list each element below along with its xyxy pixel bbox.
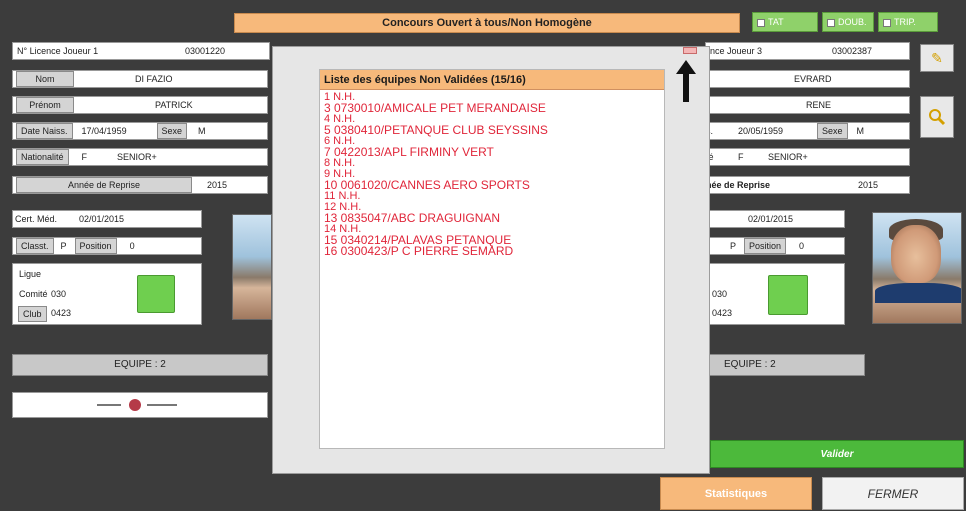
classt-value-right: P [730, 241, 737, 251]
non-validated-teams-dialog: Liste des équipes Non Validées (15/16) 1… [272, 46, 710, 474]
prenom-field-right[interactable]: RENE [705, 96, 910, 114]
prenom-value-right: RENE [806, 100, 832, 110]
team-list-item[interactable]: 7 0422013/APL FIRMINY VERT [324, 146, 660, 158]
player-photo-right [872, 212, 962, 324]
categorie-value-right: SENIOR+ [768, 152, 808, 162]
mode-tat-label: TAT [768, 17, 784, 27]
licence-value-right: 03002387 [832, 46, 873, 56]
nom-label-left: Nom [16, 71, 74, 87]
cert-field-left[interactable]: Cert. Méd. 02/01/2015 [12, 210, 202, 228]
cert-value-right: 02/01/2015 [748, 214, 794, 224]
teams-list-body: 1 N.H. 3 0730010/AMICALE PET MERANDAISE 4 … [320, 90, 664, 259]
reprise-field-right[interactable]: née de Reprise 2015 [705, 176, 910, 194]
club-value-left: 0423 [51, 308, 72, 318]
date-value-left: 17/04/1959 [81, 126, 127, 136]
team-list-item[interactable]: 3 0730010/AMICALE PET MERANDAISE [324, 102, 660, 114]
categorie-value-left: SENIOR+ [117, 152, 157, 162]
statistiques-button[interactable]: Statistiques [660, 477, 812, 510]
reprise-field-left[interactable]: Année de Reprise 2015 [12, 176, 268, 194]
close-popup-button[interactable] [683, 47, 697, 54]
nat-label-right: té [706, 149, 738, 165]
date-value-right: 20/05/1959 [738, 126, 784, 136]
prenom-value-left: PATRICK [155, 100, 193, 110]
licence-logo [97, 399, 177, 411]
nom-value-left: DI FAZIO [135, 74, 173, 84]
pencil-icon: ✎ [931, 49, 943, 66]
position-label-right: Position [744, 238, 787, 254]
status-indicator-right [768, 275, 808, 315]
reprise-label-right: née de Reprise [706, 180, 771, 190]
ligue-label-left: Ligue [19, 269, 42, 279]
licence-field-left[interactable]: N° Licence Joueur 1 03001220 [12, 42, 270, 60]
cert-value-left: 02/01/2015 [79, 214, 125, 224]
position-value-right: 0 [799, 241, 805, 251]
classt-field-left[interactable]: Classt. P Position 0 [12, 237, 202, 255]
reprise-label-left: Année de Reprise [16, 177, 192, 193]
edit-button[interactable]: ✎ [920, 44, 954, 72]
club-label-left: Club [18, 306, 47, 322]
nationalite-field-right[interactable]: té F SENIOR+ [705, 148, 910, 166]
comite-label-left: Comité [19, 289, 48, 299]
licence-value-left: 03001220 [185, 46, 226, 56]
search-button[interactable] [920, 96, 954, 138]
comite-value-right: 030 [712, 289, 728, 299]
club-info-right: 030 0423 [705, 263, 845, 325]
licence-label-left: N° Licence Joueur 1 [17, 46, 99, 56]
licence-label-right: nce Joueur 3 [710, 46, 763, 56]
sexe-label-left: Sexe [156, 123, 188, 139]
nationalite-field-left[interactable]: Nationalité F SENIOR+ [12, 148, 268, 166]
sexe-label-right: Sexe [817, 123, 848, 139]
date-field-left[interactable]: Date Naiss. 17/04/1959 Sexe M [12, 122, 268, 140]
team-list-item[interactable]: 11 N.H. [324, 191, 660, 202]
club-value-right: 0423 [712, 308, 733, 318]
nom-field-left[interactable]: Nom DI FAZIO [12, 70, 268, 88]
fermer-button[interactable]: FERMER [822, 477, 964, 510]
team-list-item[interactable]: 8 N.H. [324, 158, 660, 169]
nom-value-right: EVRARD [794, 74, 832, 84]
mode-trip-button[interactable]: TRIP. [878, 12, 938, 32]
mode-tat-button[interactable]: TAT [752, 12, 818, 32]
cert-field-right[interactable]: 02/01/2015 [705, 210, 845, 228]
team-list-item[interactable]: 13 0835047/ABC DRAGUIGNAN [324, 212, 660, 224]
mode-trip-label: TRIP. [894, 17, 916, 27]
status-indicator-left [137, 275, 175, 313]
reprise-value-left: 2015 [207, 180, 228, 190]
classt-label-left: Classt. [16, 238, 54, 254]
equipe-right: EQUIPE : 2 [705, 354, 865, 376]
mode-doub-label: DOUB. [838, 17, 867, 27]
reprise-value-right: 2015 [858, 180, 879, 190]
valider-button[interactable]: Valider [710, 440, 964, 468]
classt-field-right[interactable]: P Position 0 [705, 237, 845, 255]
date-field-right[interactable]: s. 20/05/1959 Sexe M [705, 122, 910, 140]
prenom-field-left[interactable]: Prénom PATRICK [12, 96, 268, 114]
prenom-label-left: Prénom [16, 97, 74, 113]
player-photo-left [232, 214, 272, 320]
mode-doub-button[interactable]: DOUB. [822, 12, 874, 32]
licence-field-right[interactable]: nce Joueur 3 03002387 [705, 42, 910, 60]
teams-list[interactable]: Liste des équipes Non Validées (15/16) 1… [319, 69, 665, 449]
sexe-value-left: M [198, 126, 206, 136]
competition-title: Concours Ouvert à tous/Non Homogène [234, 13, 740, 33]
position-value-left: 0 [129, 241, 135, 251]
club-info-left: Ligue Comité 030 Club 0423 [12, 263, 202, 325]
date-label-right: s. [706, 123, 738, 139]
cert-label-left: Cert. Méd. [15, 214, 58, 224]
classt-value-left: P [60, 241, 67, 251]
comite-value-left: 030 [51, 289, 67, 299]
team-list-item[interactable]: 10 0061020/CANNES AERO SPORTS [324, 179, 660, 191]
nat-value-right: F [738, 152, 744, 162]
licence-logo-box [12, 392, 268, 418]
team-list-item[interactable]: 5 0380410/PETANQUE CLUB SEYSSINS [324, 124, 660, 136]
nom-field-right[interactable]: EVRARD [705, 70, 910, 88]
team-list-item[interactable]: 16 0300423/P C PIERRE SEMARD [324, 245, 660, 257]
search-icon [929, 109, 946, 126]
date-label-left: Date Naiss. [16, 123, 73, 139]
position-label-left: Position [74, 238, 117, 254]
nat-label-left: Nationalité [16, 149, 69, 165]
teams-list-header: Liste des équipes Non Validées (15/16) [320, 70, 664, 90]
nat-value-left: F [81, 152, 88, 162]
sexe-value-right: M [856, 126, 865, 136]
arrow-up-icon [676, 60, 696, 102]
equipe-left: EQUIPE : 2 [12, 354, 268, 376]
